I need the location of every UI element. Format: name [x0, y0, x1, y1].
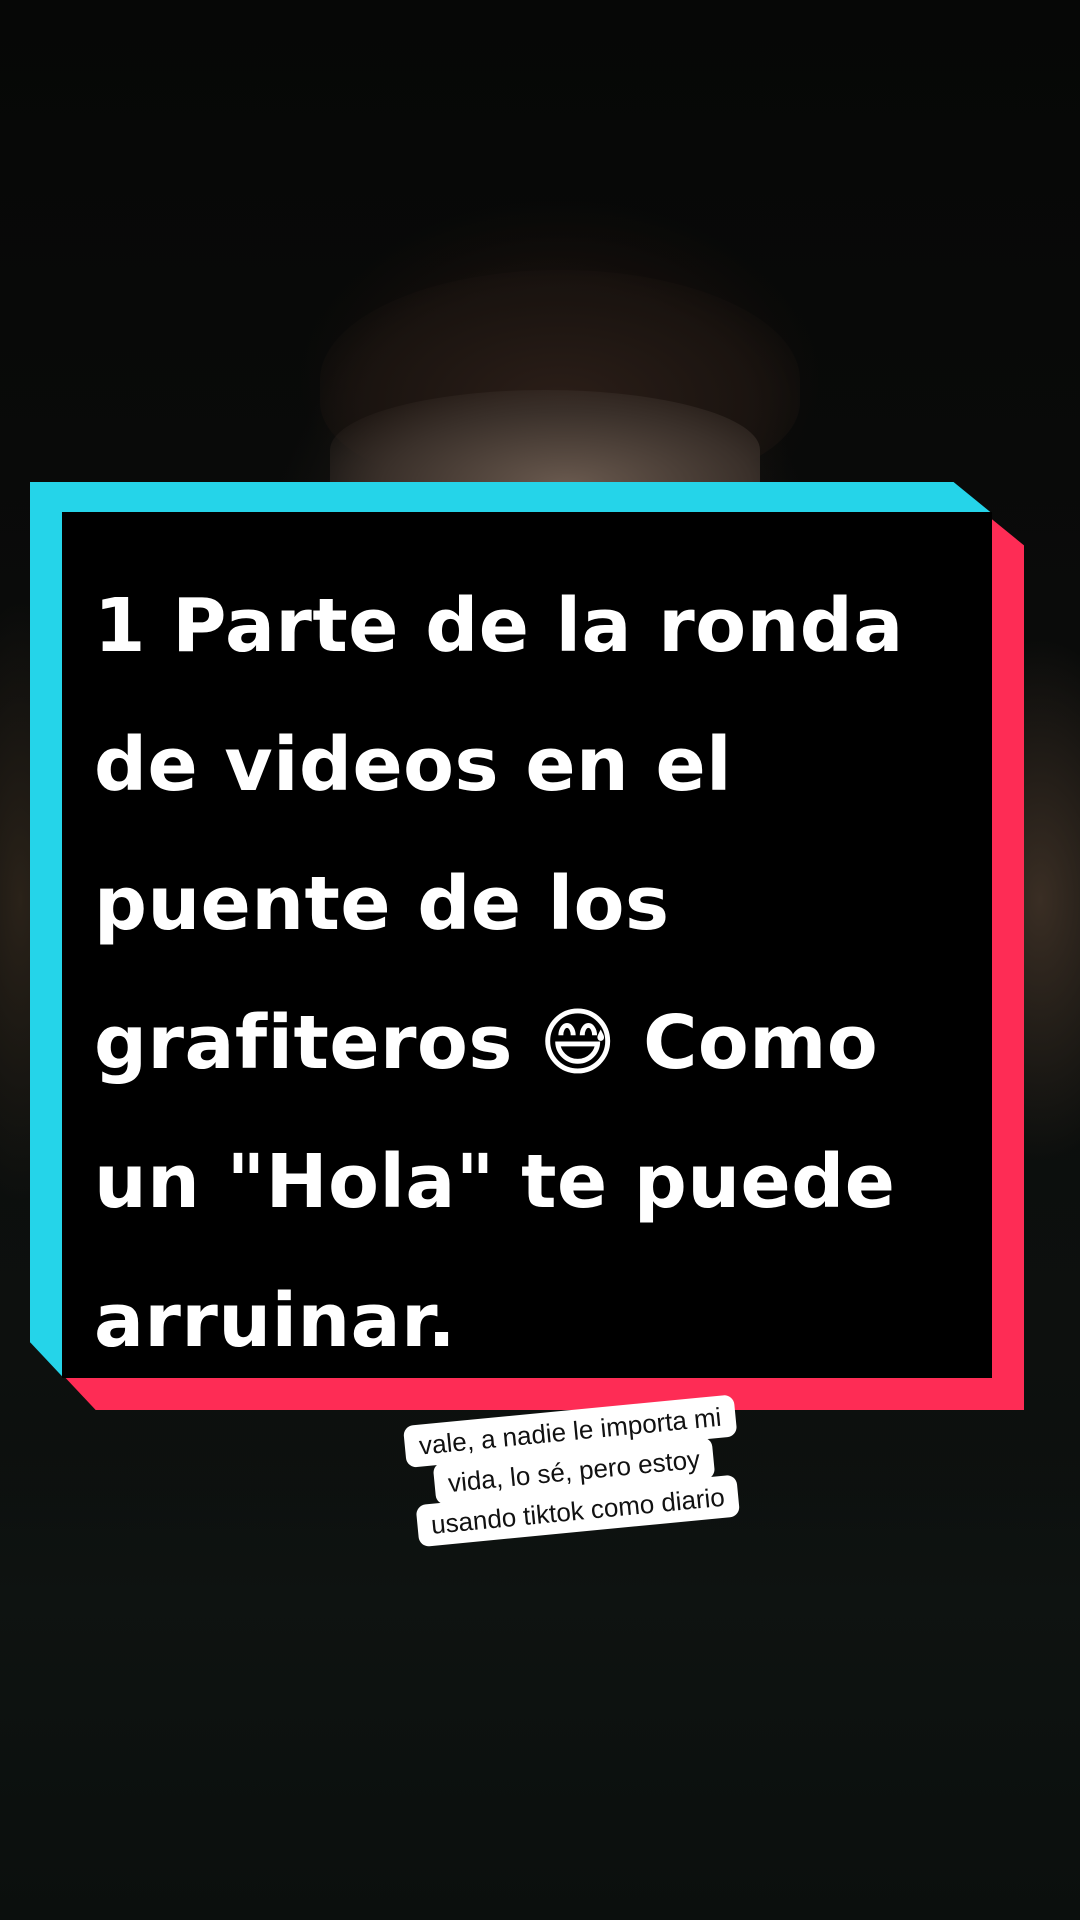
video-frame: 1 Parte de la ronda de videos en el puen…: [0, 0, 1080, 1920]
caption-card: 1 Parte de la ronda de videos en el puen…: [30, 482, 1024, 1410]
caption-box: 1 Parte de la ronda de videos en el puen…: [62, 512, 992, 1378]
caption-text: 1 Parte de la ronda de videos en el puen…: [94, 583, 904, 1364]
